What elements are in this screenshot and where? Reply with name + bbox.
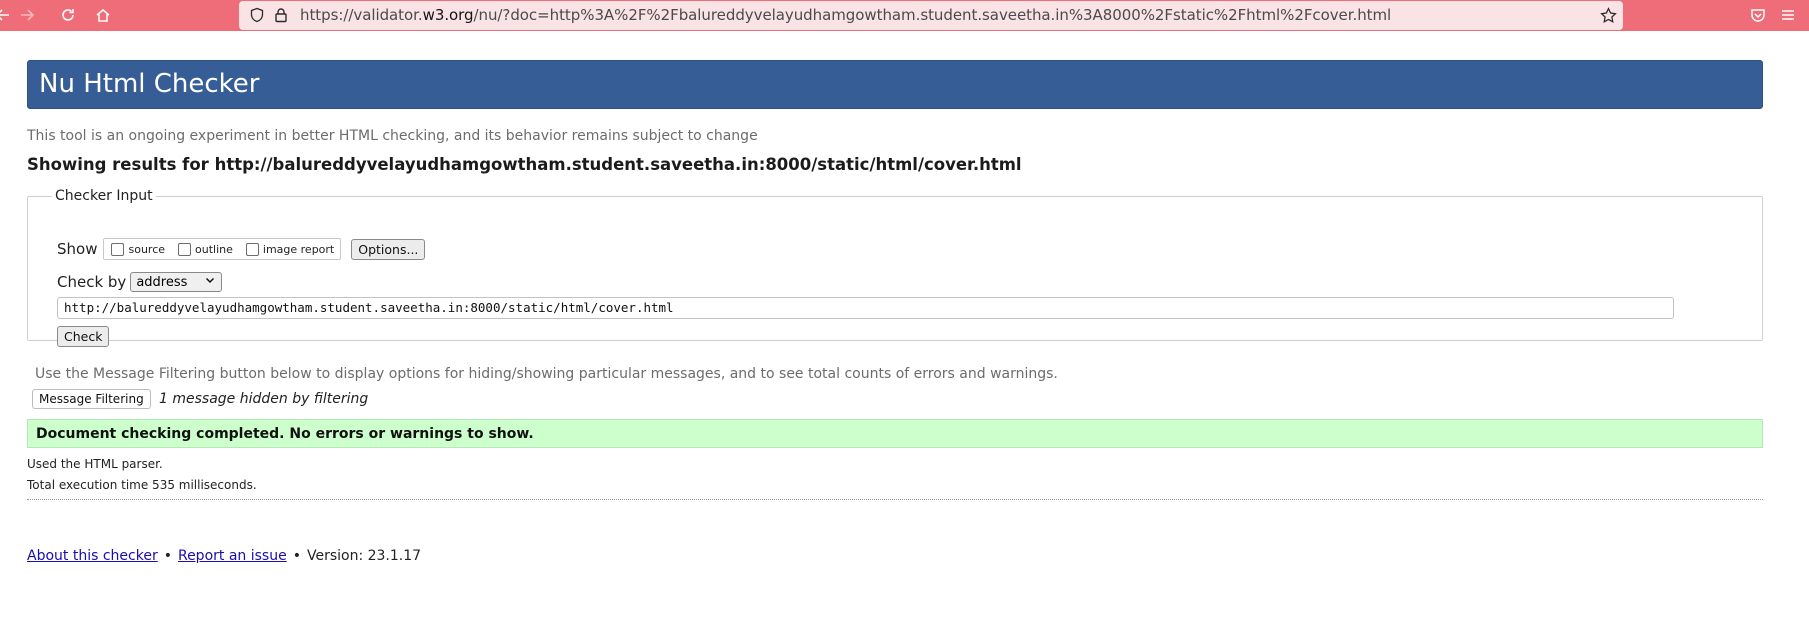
outline-checkbox[interactable]	[178, 242, 192, 256]
intro-text: This tool is an ongoing experiment in be…	[27, 128, 758, 144]
hidden-message-note: 1 message hidden by filtering	[159, 391, 369, 407]
check-button[interactable]: Check	[57, 326, 110, 347]
page-content: Nu Html Checker This tool is an ongoing …	[27, 60, 1763, 564]
home-icon[interactable]	[92, 4, 114, 26]
show-checkbox-group: source outline image report	[103, 238, 342, 260]
arrow-right-icon[interactable]	[16, 4, 38, 26]
check-by-select[interactable]: address	[130, 272, 223, 292]
pocket-icon[interactable]	[1747, 4, 1769, 26]
address-input[interactable]: http://balureddyvelayudhamgowtham.studen…	[57, 297, 1674, 319]
image-report-checkbox[interactable]	[245, 242, 259, 256]
divider	[27, 499, 1763, 500]
star-icon[interactable]	[1598, 5, 1618, 25]
footer: About this checker • Report an issue • Versi…	[27, 548, 421, 564]
filtering-info: Use the Message Filtering button below t…	[35, 366, 1058, 382]
parser-info: Used the HTML parser.	[27, 457, 163, 471]
url-text: https://validator.w3.org/nu/?doc=http%3A…	[300, 6, 1392, 24]
chevron-down-icon	[205, 275, 215, 288]
lock-icon[interactable]	[271, 5, 291, 25]
version-text: Version: 23.1.17	[306, 548, 422, 564]
page-title: Nu Html Checker	[39, 69, 260, 99]
message-filtering-button[interactable]: Message Filtering	[32, 389, 151, 409]
about-link[interactable]: About this checker	[27, 548, 158, 564]
report-issue-link[interactable]: Report an issue	[178, 548, 287, 564]
show-options-row: Show source outline image report Options…	[57, 238, 426, 260]
reload-icon[interactable]	[57, 4, 79, 26]
address-bar[interactable]: https://validator.w3.org/nu/?doc=http%3A…	[239, 1, 1623, 30]
shield-icon[interactable]	[247, 5, 267, 25]
execution-time: Total execution time 535 milliseconds.	[27, 478, 257, 492]
header-banner: Nu Html Checker	[27, 60, 1763, 109]
options-button[interactable]: Options...	[351, 238, 426, 260]
results-heading: Showing results for http://balureddyvela…	[27, 155, 1022, 174]
image-report-checkbox-label[interactable]: image report	[263, 243, 334, 256]
browser-toolbar: https://validator.w3.org/nu/?doc=http%3A…	[0, 0, 1809, 31]
arrow-left-icon[interactable]	[0, 4, 14, 26]
checker-input-legend: Checker Input	[55, 188, 153, 204]
check-by-value: address	[136, 274, 188, 290]
checker-input-fieldset: Checker Input Show source outline image …	[27, 188, 1763, 347]
check-by-row: Check by address	[57, 272, 223, 292]
check-by-label: Check by	[57, 273, 127, 291]
source-checkbox-label[interactable]: source	[128, 243, 165, 256]
outline-checkbox-label[interactable]: outline	[195, 243, 233, 256]
show-label: Show	[57, 240, 98, 258]
footer-separator: •	[163, 548, 172, 564]
menu-icon[interactable]	[1777, 4, 1799, 26]
footer-separator: •	[292, 548, 301, 564]
source-checkbox[interactable]	[111, 242, 125, 256]
success-message: Document checking completed. No errors o…	[27, 419, 1763, 448]
